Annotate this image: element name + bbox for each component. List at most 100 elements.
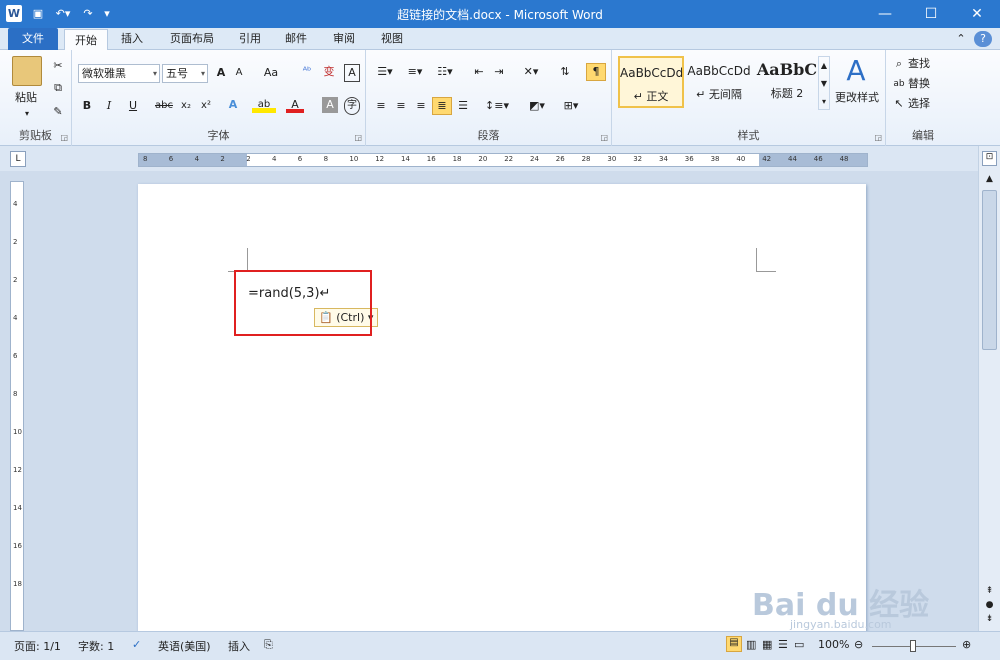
tab-mailings[interactable]: 邮件 — [276, 28, 316, 50]
clipboard-launcher-icon[interactable]: ◲ — [60, 133, 68, 142]
align-right-icon[interactable]: ≡ — [412, 98, 430, 114]
chinese-layout-icon[interactable]: ✕▾ — [518, 64, 544, 80]
phonetic-guide-icon[interactable]: 变 — [320, 64, 338, 80]
replace-icon[interactable]: ab — [892, 76, 906, 92]
paragraph-launcher-icon[interactable]: ◲ — [600, 133, 608, 142]
styles-launcher-icon[interactable]: ◲ — [874, 133, 882, 142]
find-icon[interactable]: ⌕ — [892, 56, 906, 72]
highlight-icon[interactable]: ab — [252, 97, 276, 113]
print-layout-icon[interactable]: ▤ — [726, 636, 742, 652]
zoom-level[interactable]: 100% — [818, 638, 849, 651]
strikethrough-icon[interactable]: abc — [154, 98, 174, 114]
page-count[interactable]: 页面: 1/1 — [14, 638, 61, 654]
style-normal[interactable]: AaBbCcDd ↵ 正文 — [618, 56, 684, 108]
style-heading-2[interactable]: AaBbC 标题 2 — [754, 56, 820, 108]
maximize-button[interactable]: ☐ — [908, 0, 954, 28]
vertical-scrollbar[interactable]: ⊡ ▲ ⇞ ● ⇟ — [978, 146, 1000, 631]
text-effects-icon[interactable]: A — [224, 97, 242, 113]
paste-button[interactable]: 粘贴 — [8, 90, 44, 106]
bold-icon[interactable]: B — [80, 98, 94, 114]
zoom-slider-thumb[interactable] — [910, 640, 916, 652]
macro-recording-icon[interactable]: ⎘ — [264, 638, 273, 652]
select-icon[interactable]: ↖ — [892, 96, 906, 112]
document-page[interactable]: =rand(5,3)↵ 📋 (Ctrl) ▾ Bai du 经验 jingyan… — [138, 184, 929, 644]
font-family-select[interactable]: 微软雅黑 ▾ — [78, 64, 160, 83]
view-ruler-icon[interactable]: ⊡ — [982, 151, 997, 166]
help-icon[interactable]: ? — [974, 31, 992, 47]
proofing-icon[interactable]: ✓ — [132, 638, 141, 651]
borders-icon[interactable]: ⊞▾ — [558, 98, 584, 114]
next-page-icon[interactable]: ⇟ — [982, 614, 997, 624]
word-count[interactable]: 字数: 1 — [78, 638, 114, 654]
clear-formatting-icon[interactable]: ᴬᵇ — [298, 64, 316, 80]
underline-icon[interactable]: U — [124, 98, 142, 114]
change-styles-icon[interactable]: A — [838, 54, 874, 88]
bullets-icon[interactable]: ☰▾ — [372, 64, 398, 80]
ruler-tick: 6 — [168, 155, 174, 163]
tab-file[interactable]: 文件 — [8, 28, 58, 50]
style-no-spacing[interactable]: AaBbCcDd ↵ 无间隔 — [686, 56, 752, 108]
justify-icon[interactable]: ≣ — [432, 97, 452, 115]
select-button[interactable]: 选择 — [908, 96, 948, 112]
paste-icon[interactable] — [12, 56, 42, 86]
change-styles-button[interactable]: 更改样式 — [832, 90, 882, 106]
multilevel-list-icon[interactable]: ☷▾ — [432, 64, 458, 80]
clipboard-group: 粘贴 ▾ ✂ ⧉ ✎ 剪贴板 ◲ — [0, 50, 72, 146]
zoom-in-icon[interactable]: ⊕ — [962, 638, 971, 651]
draft-icon[interactable]: ▭ — [794, 638, 804, 651]
zoom-out-icon[interactable]: ⊖ — [854, 638, 863, 651]
tab-insert[interactable]: 插入 — [112, 28, 152, 50]
ruler-tick: 38 — [710, 155, 720, 163]
font-launcher-icon[interactable]: ◲ — [354, 133, 362, 142]
paste-dropdown-icon[interactable]: ▾ — [20, 106, 34, 122]
subscript-icon[interactable]: x₂ — [178, 98, 194, 114]
minimize-button[interactable]: — — [862, 0, 908, 28]
font-color-icon[interactable]: A — [286, 97, 304, 113]
horizontal-ruler[interactable]: 8 6 4 2 2 4 6 8 10 12 14 16 18 20 22 24 26 28 30 32 34 36 38 40… — [138, 153, 868, 167]
shading-icon[interactable]: ◩▾ — [524, 98, 550, 114]
replace-button[interactable]: 替换 — [908, 76, 948, 92]
change-case-button[interactable]: Aa — [260, 65, 282, 81]
font-size-select[interactable]: 五号 ▾ — [162, 64, 208, 83]
character-border-icon[interactable]: A — [344, 64, 360, 82]
superscript-icon[interactable]: x² — [198, 98, 214, 114]
vruler-tick: 4 — [13, 200, 18, 208]
tab-home[interactable]: 开始 — [64, 29, 108, 51]
tab-references[interactable]: 引用 — [230, 28, 270, 50]
italic-icon[interactable]: I — [102, 98, 116, 114]
styles-scroll-icon[interactable]: ▲ ▼ ▾ — [818, 56, 830, 110]
format-painter-icon[interactable]: ✎ — [50, 104, 66, 120]
tab-page-layout[interactable]: 页面布局 — [160, 28, 224, 50]
scroll-thumb[interactable] — [982, 190, 997, 350]
tab-view[interactable]: 视图 — [372, 28, 412, 50]
language[interactable]: 英语(美国) — [158, 638, 211, 654]
show-marks-icon[interactable]: ¶ — [586, 63, 606, 81]
previous-page-icon[interactable]: ⇞ — [982, 586, 997, 596]
close-button[interactable]: ✕ — [954, 0, 1000, 28]
distributed-icon[interactable]: ☰ — [454, 98, 472, 114]
copy-icon[interactable]: ⧉ — [50, 80, 66, 96]
scroll-up-icon[interactable]: ▲ — [982, 174, 997, 184]
browse-object-icon[interactable]: ● — [982, 600, 997, 610]
minimize-ribbon-icon[interactable]: ⌃ — [952, 28, 970, 50]
web-layout-icon[interactable]: ▦ — [762, 638, 772, 651]
enclose-characters-icon[interactable]: 字 — [344, 97, 360, 115]
find-button[interactable]: 查找 — [908, 56, 948, 72]
insert-mode[interactable]: 插入 — [228, 638, 250, 654]
shrink-font-icon[interactable]: A — [232, 65, 246, 81]
decrease-indent-icon[interactable]: ⇤ — [470, 64, 488, 80]
full-screen-reading-icon[interactable]: ▥ — [746, 638, 756, 651]
outline-icon[interactable]: ☰ — [778, 638, 788, 651]
grow-font-icon[interactable]: A — [214, 65, 228, 81]
tab-review[interactable]: 审阅 — [324, 28, 364, 50]
cut-icon[interactable]: ✂ — [50, 58, 66, 74]
align-center-icon[interactable]: ≡ — [392, 98, 410, 114]
increase-indent-icon[interactable]: ⇥ — [490, 64, 508, 80]
vertical-ruler[interactable]: 4 2 2 4 6 8 10 12 14 16 18 — [10, 181, 24, 631]
sort-icon[interactable]: ⇅ — [556, 64, 574, 80]
character-shading-icon[interactable]: A — [322, 97, 338, 113]
align-left-icon[interactable]: ≡ — [372, 98, 390, 114]
tab-selector-icon[interactable]: L — [10, 151, 26, 167]
numbering-icon[interactable]: ≡▾ — [402, 64, 428, 80]
line-spacing-icon[interactable]: ↕≡▾ — [484, 98, 510, 114]
